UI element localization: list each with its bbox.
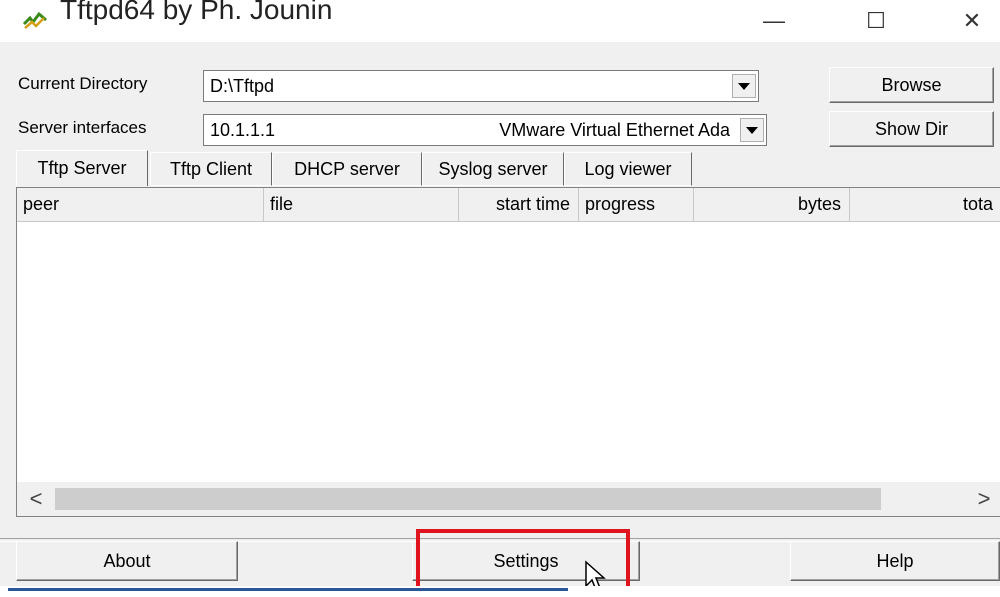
tab-dhcp-server[interactable]: DHCP server: [272, 152, 422, 186]
app-icon: [22, 11, 47, 29]
server-interfaces-dropdown[interactable]: [740, 118, 764, 142]
scroll-right-icon[interactable]: >: [967, 482, 1000, 516]
close-button[interactable]: ✕: [942, 0, 1000, 42]
chevron-down-icon: [746, 126, 758, 134]
scrollbar-thumb[interactable]: [55, 488, 881, 510]
transfers-list[interactable]: peer file start time progress bytes tota…: [16, 187, 1000, 517]
tab-tftp-client[interactable]: Tftp Client: [150, 152, 272, 186]
minimize-button[interactable]: —: [744, 0, 804, 42]
list-header: peer file start time progress bytes tota: [17, 188, 1000, 222]
show-dir-button[interactable]: Show Dir: [829, 111, 994, 147]
column-header-file[interactable]: file: [264, 188, 459, 221]
current-directory-value: D:\Tftpd: [210, 76, 275, 96]
server-adapter-value: VMware Virtual Ethernet Ada: [499, 120, 730, 140]
scroll-left-icon[interactable]: <: [19, 482, 53, 516]
server-interfaces-combo[interactable]: 10.1.1.1 VMware Virtual Ethernet Ada: [203, 114, 767, 146]
help-button[interactable]: Help: [790, 541, 1000, 581]
browse-button[interactable]: Browse: [829, 67, 994, 103]
tab-tftp-server[interactable]: Tftp Server: [16, 150, 148, 186]
column-header-start-time[interactable]: start time: [459, 188, 579, 221]
tab-syslog-server[interactable]: Syslog server: [422, 152, 564, 186]
server-ip-value: 10.1.1.1: [210, 120, 276, 140]
column-header-total[interactable]: tota: [850, 188, 1000, 221]
server-interfaces-label: Server interfaces: [18, 118, 147, 137]
title-bar: Tftpd64 by Ph. Jounin — ☐ ✕: [0, 0, 1000, 42]
chevron-down-icon: [738, 82, 750, 90]
current-directory-combo[interactable]: D:\Tftpd: [203, 70, 759, 102]
horizontal-scrollbar[interactable]: < >: [17, 482, 1000, 516]
tftpd-window: Tftpd64 by Ph. Jounin — ☐ ✕ Current Dire…: [0, 0, 1000, 597]
taskbar-strip: [0, 586, 1000, 597]
current-directory-label: Current Directory: [18, 74, 148, 93]
column-header-bytes[interactable]: bytes: [694, 188, 850, 221]
taskbar-highlight: [8, 588, 568, 591]
maximize-button[interactable]: ☐: [846, 0, 906, 42]
window-title: Tftpd64 by Ph. Jounin: [60, 0, 333, 25]
about-button[interactable]: About: [16, 541, 238, 581]
current-directory-dropdown[interactable]: [732, 74, 756, 98]
column-header-progress[interactable]: progress: [579, 188, 694, 221]
column-header-peer[interactable]: peer: [17, 188, 264, 221]
tab-log-viewer[interactable]: Log viewer: [564, 152, 692, 186]
